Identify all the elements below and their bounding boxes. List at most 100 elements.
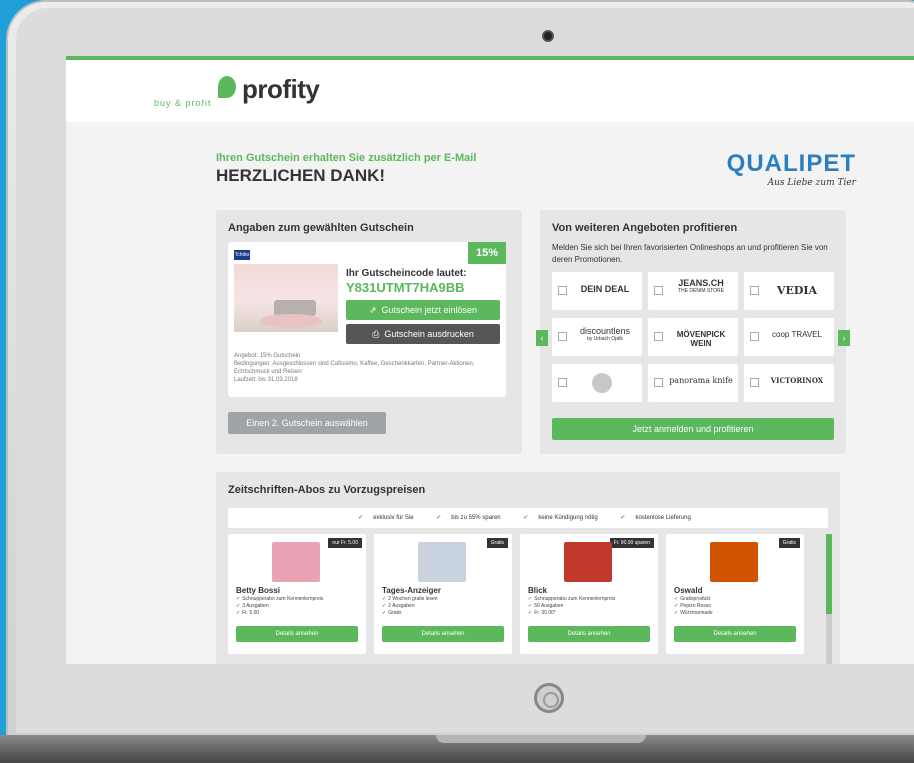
- checkbox[interactable]: [558, 286, 567, 295]
- details-button[interactable]: Details ansehen: [236, 626, 358, 642]
- browser-screen: profity buy & profit Ihren Gutschein erh…: [66, 56, 914, 664]
- brand-option-cooptravel[interactable]: coop TRAVEL: [744, 318, 834, 356]
- brand-option-vedia[interactable]: VEDIA: [744, 272, 834, 310]
- check-icon: ✔: [236, 610, 241, 616]
- brand-name: DEIN DEAL: [580, 284, 630, 294]
- validity-line: Laufzeit: bis 31.03.2018: [234, 377, 298, 383]
- brand-grid: DEIN DEAL JEANS.CH THE DENIM STORE VEDIA …: [552, 272, 834, 402]
- voucher-code[interactable]: Y831UTMT7HA9BB: [346, 280, 464, 295]
- brand-subtext: by Urbach Optik: [587, 336, 623, 342]
- redeem-button[interactable]: ⇗ Gutschein jetzt einlösen: [346, 300, 500, 320]
- magazine-bullets: ✔ Schnupperabo zum Kennenlernpreis ✔ 50 Au…: [528, 596, 616, 616]
- magazine-cover: [272, 542, 320, 582]
- scrollbar-thumb[interactable]: [826, 534, 832, 614]
- usp-item: ✔ keine Kündigung nötig: [523, 515, 598, 521]
- magazine-name: Tages-Anzeiger: [382, 586, 441, 595]
- main-content: Ihren Gutschein erhalten Sie zusätzlich …: [66, 122, 914, 664]
- camera-icon: [542, 30, 554, 42]
- magazine-bullets: ✔ 2 Wochen gratis lesen ✔ 2 Ausgaben ✔ Grat…: [382, 596, 438, 616]
- brand-logo: Tchibo: [234, 250, 250, 260]
- home-button-icon: [534, 683, 564, 713]
- usp-item: ✔ exklusiv für Sie: [358, 515, 414, 521]
- checkbox[interactable]: [750, 286, 759, 295]
- laptop-hinge: [436, 735, 646, 743]
- chevron-left-icon[interactable]: ‹: [536, 330, 548, 346]
- external-link-icon: ⇗: [368, 305, 377, 315]
- check-icon: ✔: [620, 515, 626, 521]
- check-icon: ✔: [382, 610, 387, 616]
- checkbox[interactable]: [750, 378, 759, 387]
- brand-name: coop TRAVEL: [772, 330, 822, 339]
- thanks-block: Ihren Gutschein erhalten Sie zusätzlich …: [216, 152, 476, 186]
- checkbox[interactable]: [558, 332, 567, 341]
- profity-logo-icon: [216, 72, 242, 102]
- chevron-right-icon[interactable]: ›: [838, 330, 850, 346]
- details-button[interactable]: Details ansehen: [528, 626, 650, 642]
- second-voucher-button[interactable]: Einen 2. Gutschein auswählen: [228, 412, 386, 434]
- magazine-card-betty-bossi: nur Fr. 5.00 Betty Bossi ✔ Schnupperabo z…: [228, 534, 366, 654]
- redeem-button-label: Gutschein jetzt einlösen: [381, 305, 478, 315]
- printer-icon: ⎙: [372, 329, 380, 339]
- page-title: HERZLICHEN DANK!: [216, 166, 386, 185]
- brand-name: discountlens by Urbach Optik: [572, 326, 638, 342]
- magazine-badge: nur Fr. 5.00: [328, 538, 362, 548]
- code-label: Ihr Gutscheincode lautet:: [346, 268, 467, 279]
- checkbox[interactable]: [750, 332, 759, 341]
- brand-option-victorinox[interactable]: VICTORINOX: [744, 364, 834, 402]
- voucher-image: [234, 264, 338, 332]
- rug-shape: [260, 314, 322, 328]
- brand-name: VEDIA: [776, 284, 818, 297]
- partner-tagline: Aus Liebe zum Tier: [767, 178, 856, 188]
- brand-option-jeans[interactable]: JEANS.CH THE DENIM STORE: [648, 272, 738, 310]
- checkbox[interactable]: [654, 378, 663, 387]
- voucher-card: 15% Tchibo Ihr Gutscheincode lautet: Y83…: [228, 242, 506, 397]
- thanks-subtitle: Ihren Gutschein erhalten Sie zusätzlich …: [216, 152, 477, 164]
- brand-option-circle[interactable]: [552, 364, 642, 402]
- profity-logo[interactable]: profity: [216, 72, 320, 104]
- usp-bar: ✔ exklusiv für Sie ✔ bis zu 55% sparen ✔ ke…: [228, 508, 828, 528]
- check-icon: ✔: [528, 603, 533, 609]
- voucher-conditions: Angebot: 15% Gutschein Bedingungen: Ausg…: [234, 352, 502, 384]
- print-button[interactable]: ⎙ Gutschein ausdrucken: [346, 324, 500, 344]
- magazine-badge: Gratis: [778, 538, 800, 548]
- checkbox[interactable]: [654, 286, 663, 295]
- check-icon: ✔: [382, 596, 387, 602]
- check-icon: ✔: [382, 603, 387, 609]
- logo-name: profity: [242, 74, 320, 104]
- magazine-bullets: ✔ Schnupperabo zum Kennenlernpreis ✔ 3 Aus…: [236, 596, 324, 616]
- magazine-cover: [564, 542, 612, 582]
- check-icon: ✔: [528, 610, 533, 616]
- check-icon: ✔: [674, 596, 679, 602]
- offers-description: Melden Sie sich bei Ihren favorisierten …: [552, 243, 828, 264]
- offers-panel-title: Von weiteren Angeboten profitieren: [552, 222, 738, 234]
- check-icon: ✔: [436, 515, 442, 521]
- brand-option-deindeal[interactable]: DEIN DEAL: [552, 272, 642, 310]
- brand-option-moevenpick[interactable]: MÖVENPICK WEIN: [648, 318, 738, 356]
- magazine-name: Oswald: [674, 586, 703, 595]
- magazine-badge: Gratis: [486, 538, 508, 548]
- check-icon: ✔: [528, 596, 533, 602]
- checkbox[interactable]: [654, 332, 663, 341]
- voucher-panel-title: Angaben zum gewählten Gutschein: [228, 222, 414, 234]
- checkbox[interactable]: [558, 378, 567, 387]
- site-header: profity buy & profit: [66, 60, 914, 122]
- voucher-panel: Angaben zum gewählten Gutschein 15% Tchi…: [216, 210, 522, 454]
- magazines-panel: Zeitschriften-Abos zu Vorzugspreisen ✔ ex…: [216, 472, 840, 664]
- magazine-name: Blick: [528, 586, 548, 595]
- subscribe-button[interactable]: Jetzt anmelden und profitieren: [552, 418, 834, 440]
- check-icon: ✔: [523, 515, 529, 521]
- conditions-line: Bedingungen: Ausgeschlossen sind Cafissi…: [234, 361, 475, 375]
- offer-line: Angebot: 15% Gutschein: [234, 353, 301, 359]
- usp-item: ✔ kostenlose Lieferung: [620, 515, 691, 521]
- brand-option-panorama[interactable]: panorama knife: [648, 364, 738, 402]
- magazines-scrollbar[interactable]: [826, 534, 832, 664]
- magazine-name: Betty Bossi: [236, 586, 281, 595]
- usp-item: ✔ bis zu 55% sparen: [436, 515, 501, 521]
- check-icon: ✔: [236, 603, 241, 609]
- details-button[interactable]: Details ansehen: [382, 626, 504, 642]
- partner-name: QUALIPET: [726, 150, 856, 177]
- check-icon: ✔: [674, 610, 679, 616]
- brand-option-discountlens[interactable]: discountlens by Urbach Optik: [552, 318, 642, 356]
- magazine-card-blick: Fr. 90.00 sparen Blick ✔ Schnupperabo zum…: [520, 534, 658, 654]
- details-button[interactable]: Details ansehen: [674, 626, 796, 642]
